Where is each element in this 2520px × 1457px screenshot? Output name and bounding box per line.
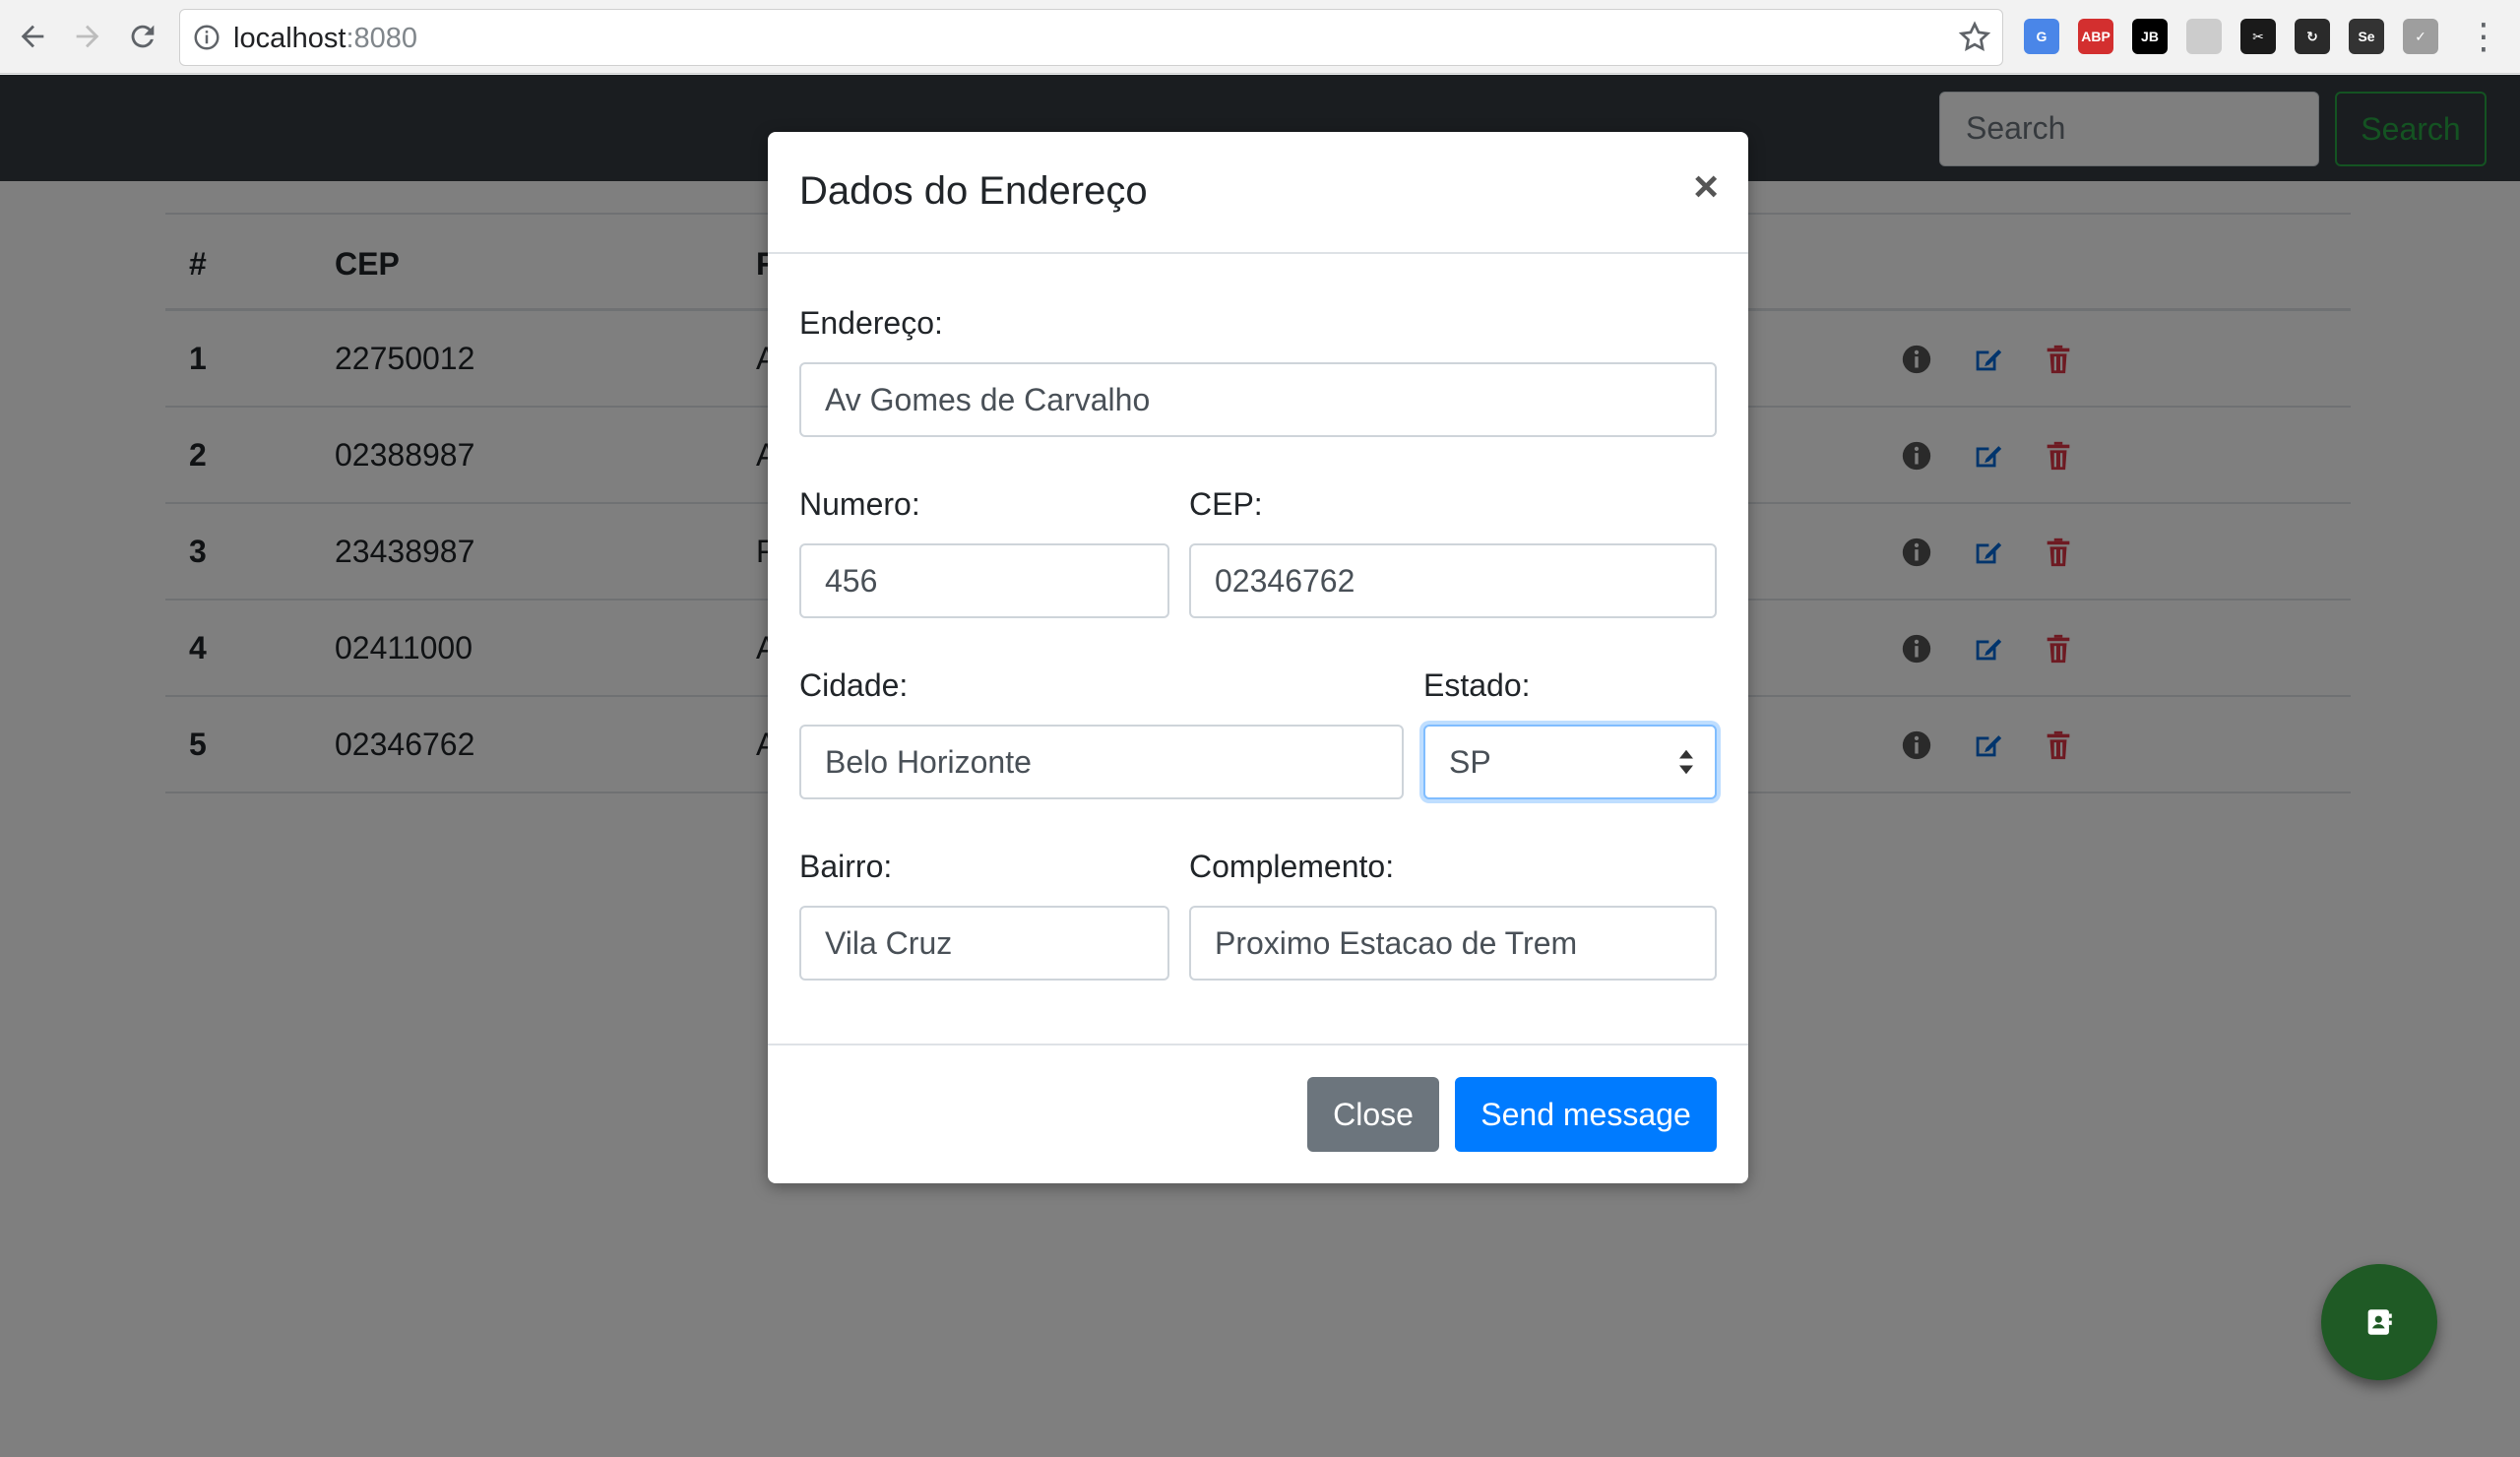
browser-toolbar: localhost:8080 G ABP JB ✂ ↻ Se ✓ ⋮ (0, 0, 2520, 74)
selenium-icon[interactable]: Se (2349, 19, 2384, 54)
scissors-icon[interactable]: ✂ (2240, 19, 2276, 54)
numero-field[interactable]: 456 (799, 543, 1169, 618)
check-extension-icon[interactable]: ✓ (2403, 19, 2438, 54)
send-message-button[interactable]: Send message (1455, 1077, 1717, 1152)
reload-icon[interactable] (120, 14, 165, 59)
complemento-field[interactable]: Proximo Estacao de Trem (1189, 906, 1717, 981)
info-icon[interactable] (192, 23, 221, 52)
bairro-field[interactable]: Vila Cruz (799, 906, 1169, 981)
jetbrains-icon[interactable]: JB (2132, 19, 2168, 54)
endereco-field[interactable]: Av Gomes de Carvalho (799, 362, 1717, 437)
back-icon[interactable] (10, 14, 55, 59)
numero-label: Numero: (799, 486, 920, 522)
close-button[interactable]: Close (1307, 1077, 1439, 1152)
translate-icon[interactable]: G (2024, 19, 2059, 54)
cidade-label: Cidade: (799, 667, 909, 703)
modal-close-icon[interactable]: × (1693, 165, 1719, 209)
extension-icon[interactable] (2186, 19, 2222, 54)
cidade-field[interactable]: Belo Horizonte (799, 725, 1404, 799)
select-arrows-icon (1679, 749, 1693, 775)
modal-footer: Close Send message (768, 1044, 1748, 1183)
cep-field[interactable]: 02346762 (1189, 543, 1717, 618)
address-bar[interactable]: localhost:8080 (179, 9, 2003, 66)
contacts-fab-button[interactable] (2321, 1264, 2437, 1380)
estado-value: SP (1449, 744, 1491, 780)
adblock-icon[interactable]: ABP (2078, 19, 2113, 54)
url-text: localhost:8080 (233, 23, 418, 54)
address-modal: Dados do Endereço × Endereço: Av Gomes d… (768, 132, 1748, 1183)
forward-icon[interactable] (65, 14, 110, 59)
endereco-label: Endereço: (799, 305, 943, 341)
estado-select[interactable]: SP (1423, 725, 1717, 799)
modal-title: Dados do Endereço (799, 169, 1148, 213)
bookmark-star-icon[interactable] (1957, 20, 1992, 55)
complemento-label: Complemento: (1189, 849, 1395, 884)
refresh-extension-icon[interactable]: ↻ (2295, 19, 2330, 54)
cep-label: CEP: (1189, 486, 1263, 522)
menu-kebab-icon[interactable]: ⋮ (2461, 14, 2506, 59)
estado-label: Estado: (1423, 667, 1531, 703)
contact-book-icon (2367, 1309, 2392, 1335)
modal-header: Dados do Endereço × (768, 132, 1748, 254)
bairro-label: Bairro: (799, 849, 893, 884)
